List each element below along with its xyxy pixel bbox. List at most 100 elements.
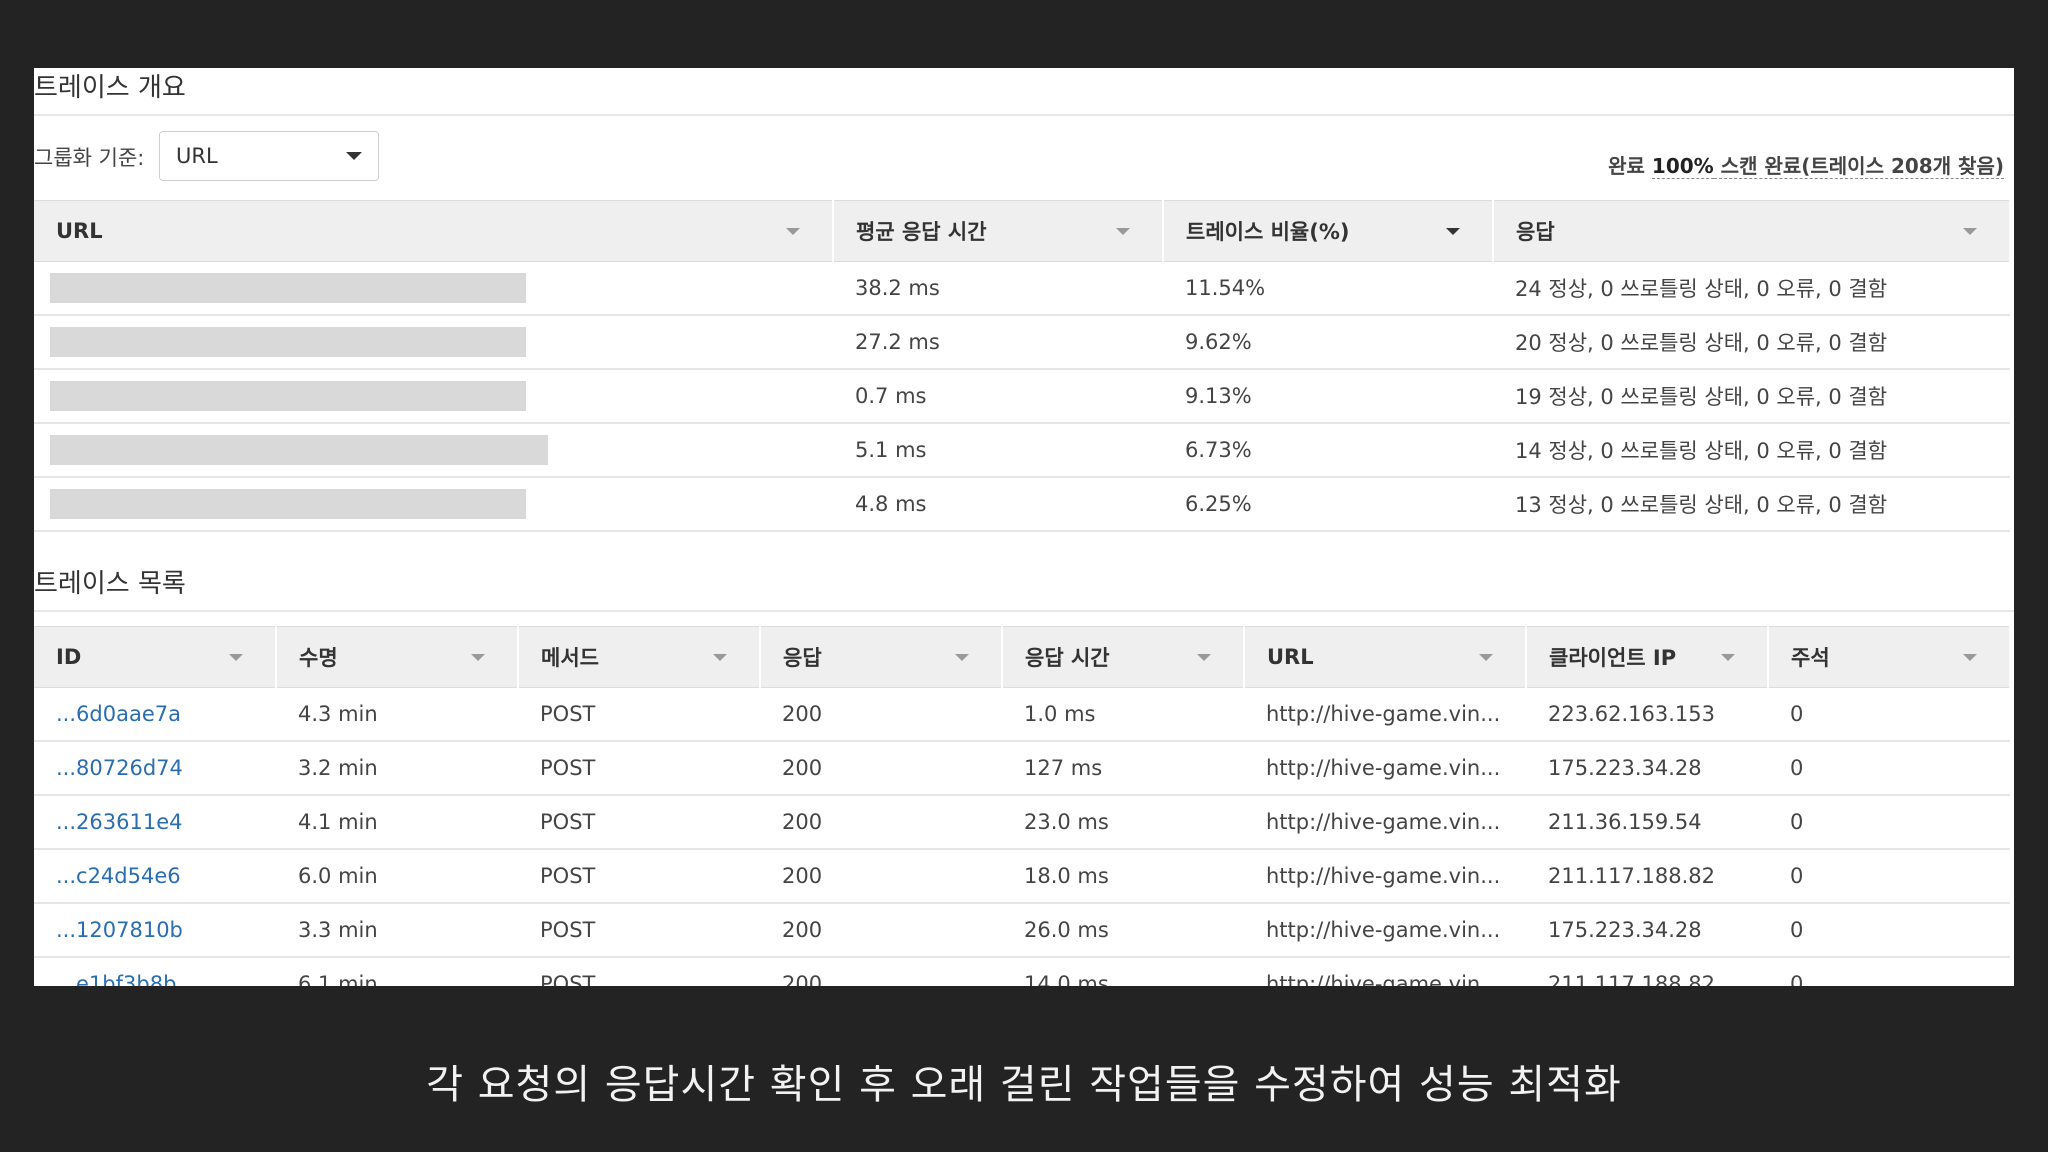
avg-response-cell: 5.1 ms	[833, 423, 1163, 478]
redacted-url	[50, 435, 548, 465]
status-cell: 200	[760, 795, 1002, 850]
trace-id-cell[interactable]: ...6d0aae7a	[34, 687, 276, 742]
avg-response-cell: 0.7 ms	[833, 369, 1163, 424]
trace-list-table: ID 수명 메서드 응답 응답 시간 URL 클라이언트 IP 주석 ...6d…	[34, 626, 2011, 986]
sort-icon	[471, 654, 485, 661]
age-cell: 4.1 min	[276, 795, 518, 850]
trace-ratio-cell: 6.73%	[1163, 423, 1493, 478]
col-header-url[interactable]: URL	[1244, 626, 1527, 688]
sort-icon	[713, 654, 727, 661]
sort-desc-icon	[1446, 228, 1460, 235]
trace-id-cell[interactable]: ...263611e4	[34, 795, 276, 850]
col-header-id[interactable]: ID	[34, 626, 277, 688]
client-ip-cell: 211.117.188.82	[1526, 957, 1768, 986]
redacted-url	[50, 273, 526, 303]
col-header-client-ip[interactable]: 클라이언트 IP	[1526, 626, 1769, 688]
slide-caption: 각 요청의 응답시간 확인 후 오래 걸린 작업들을 수정하여 성능 최적화	[426, 1062, 1622, 1108]
url-cell[interactable]	[34, 423, 833, 478]
trace-row[interactable]: ...80726d74 3.2 min POST 200 127 ms http://hi…	[34, 741, 2010, 796]
status-cell: 200	[760, 849, 1002, 904]
status-prefix: 완료	[1608, 154, 1652, 178]
trace-id-link[interactable]: ...e1bf3b8b	[56, 972, 176, 986]
overview-row[interactable]: 38.2 ms 11.54% 24 정상, 0 쓰로틀링 상태, 0 오류, 0 결…	[34, 261, 2010, 316]
trace-id-link[interactable]: ...6d0aae7a	[56, 702, 181, 726]
chevron-down-icon	[346, 152, 362, 160]
col-header-avg-response[interactable]: 평균 응답 시간	[833, 200, 1164, 262]
url-cell[interactable]	[34, 315, 833, 370]
col-header-response-time[interactable]: 응답 시간	[1002, 626, 1245, 688]
trace-row[interactable]: ...6d0aae7a 4.3 min POST 200 1.0 ms http://hi…	[34, 687, 2010, 742]
method-cell: POST	[518, 903, 760, 958]
overview-row[interactable]: 5.1 ms 6.73% 14 정상, 0 쓰로틀링 상태, 0 오류, 0 결함	[34, 423, 2010, 478]
status-percent: 100%	[1651, 154, 1714, 179]
notes-cell: 0	[1768, 687, 2010, 742]
client-ip-cell: 223.62.163.153	[1526, 687, 1768, 742]
url-cell: http://hive-game.vin...	[1244, 687, 1526, 742]
sort-icon	[786, 228, 800, 235]
overview-row[interactable]: 27.2 ms 9.62% 20 정상, 0 쓰로틀링 상태, 0 오류, 0 결함	[34, 315, 2010, 370]
response-summary-cell: 13 정상, 0 쓰로틀링 상태, 0 오류, 0 결함	[1493, 477, 2010, 532]
response-time-cell: 1.0 ms	[1002, 687, 1244, 742]
url-cell: http://hive-game.vin...	[1244, 795, 1526, 850]
trace-id-link[interactable]: ...263611e4	[56, 810, 182, 834]
overview-row[interactable]: 4.8 ms 6.25% 13 정상, 0 쓰로틀링 상태, 0 오류, 0 결함	[34, 477, 2010, 532]
trace-id-cell[interactable]: ...1207810b	[34, 903, 276, 958]
col-header-response[interactable]: 응답	[760, 626, 1003, 688]
client-ip-cell: 175.223.34.28	[1526, 903, 1768, 958]
trace-id-cell[interactable]: ...e1bf3b8b	[34, 957, 276, 986]
client-ip-cell: 175.223.34.28	[1526, 741, 1768, 796]
overview-row[interactable]: 0.7 ms 9.13% 19 정상, 0 쓰로틀링 상태, 0 오류, 0 결함	[34, 369, 2010, 424]
redacted-url	[50, 489, 526, 519]
trace-id-link[interactable]: ...c24d54e6	[56, 864, 181, 888]
col-header-trace-ratio[interactable]: 트레이스 비율(%)	[1163, 200, 1494, 262]
trace-row[interactable]: ...e1bf3b8b 6.1 min POST 200 14.0 ms http://h…	[34, 957, 2010, 986]
group-by-select[interactable]: URL	[159, 131, 379, 181]
response-summary-cell: 14 정상, 0 쓰로틀링 상태, 0 오류, 0 결함	[1493, 423, 2010, 478]
age-cell: 4.3 min	[276, 687, 518, 742]
age-cell: 6.0 min	[276, 849, 518, 904]
response-time-cell: 14.0 ms	[1002, 957, 1244, 986]
url-cell[interactable]	[34, 261, 833, 316]
avg-response-cell: 27.2 ms	[833, 315, 1163, 370]
response-time-cell: 26.0 ms	[1002, 903, 1244, 958]
age-cell: 6.1 min	[276, 957, 518, 986]
response-time-cell: 23.0 ms	[1002, 795, 1244, 850]
trace-id-link[interactable]: ...1207810b	[56, 918, 183, 942]
response-time-cell: 18.0 ms	[1002, 849, 1244, 904]
trace-id-link[interactable]: ...80726d74	[56, 756, 183, 780]
notes-cell: 0	[1768, 795, 2010, 850]
trace-id-cell[interactable]: ...c24d54e6	[34, 849, 276, 904]
col-header-url[interactable]: URL	[34, 200, 834, 262]
client-ip-cell: 211.117.188.82	[1526, 849, 1768, 904]
col-header-response[interactable]: 응답	[1493, 200, 2011, 262]
url-cell: http://hive-game.vin...	[1244, 849, 1526, 904]
notes-cell: 0	[1768, 849, 2010, 904]
sort-icon	[1197, 654, 1211, 661]
group-by-label: 그룹화 기준:	[34, 146, 145, 170]
trace-id-cell[interactable]: ...80726d74	[34, 741, 276, 796]
response-summary-cell: 19 정상, 0 쓰로틀링 상태, 0 오류, 0 결함	[1493, 369, 2010, 424]
url-cell[interactable]	[34, 369, 833, 424]
sort-icon	[1116, 228, 1130, 235]
status-cell: 200	[760, 957, 1002, 986]
overview-title: 트레이스 개요	[34, 68, 2014, 116]
group-by-value: URL	[176, 144, 218, 168]
col-header-age[interactable]: 수명	[276, 626, 519, 688]
col-header-method[interactable]: 메서드	[518, 626, 761, 688]
trace-row[interactable]: ...1207810b 3.3 min POST 200 26.0 ms http://h…	[34, 903, 2010, 958]
age-cell: 3.2 min	[276, 741, 518, 796]
col-header-notes[interactable]: 주석	[1768, 626, 2011, 688]
method-cell: POST	[518, 687, 760, 742]
url-cell[interactable]	[34, 477, 833, 532]
status-cell: 200	[760, 687, 1002, 742]
response-summary-cell: 20 정상, 0 쓰로틀링 상태, 0 오류, 0 결함	[1493, 315, 2010, 370]
trace-row[interactable]: ...263611e4 4.1 min POST 200 23.0 ms http://h…	[34, 795, 2010, 850]
method-cell: POST	[518, 957, 760, 986]
sort-icon	[955, 654, 969, 661]
status-cell: 200	[760, 903, 1002, 958]
sort-icon	[1721, 654, 1735, 661]
avg-response-cell: 38.2 ms	[833, 261, 1163, 316]
response-time-cell: 127 ms	[1002, 741, 1244, 796]
trace-ratio-cell: 6.25%	[1163, 477, 1493, 532]
trace-row[interactable]: ...c24d54e6 6.0 min POST 200 18.0 ms http://h…	[34, 849, 2010, 904]
